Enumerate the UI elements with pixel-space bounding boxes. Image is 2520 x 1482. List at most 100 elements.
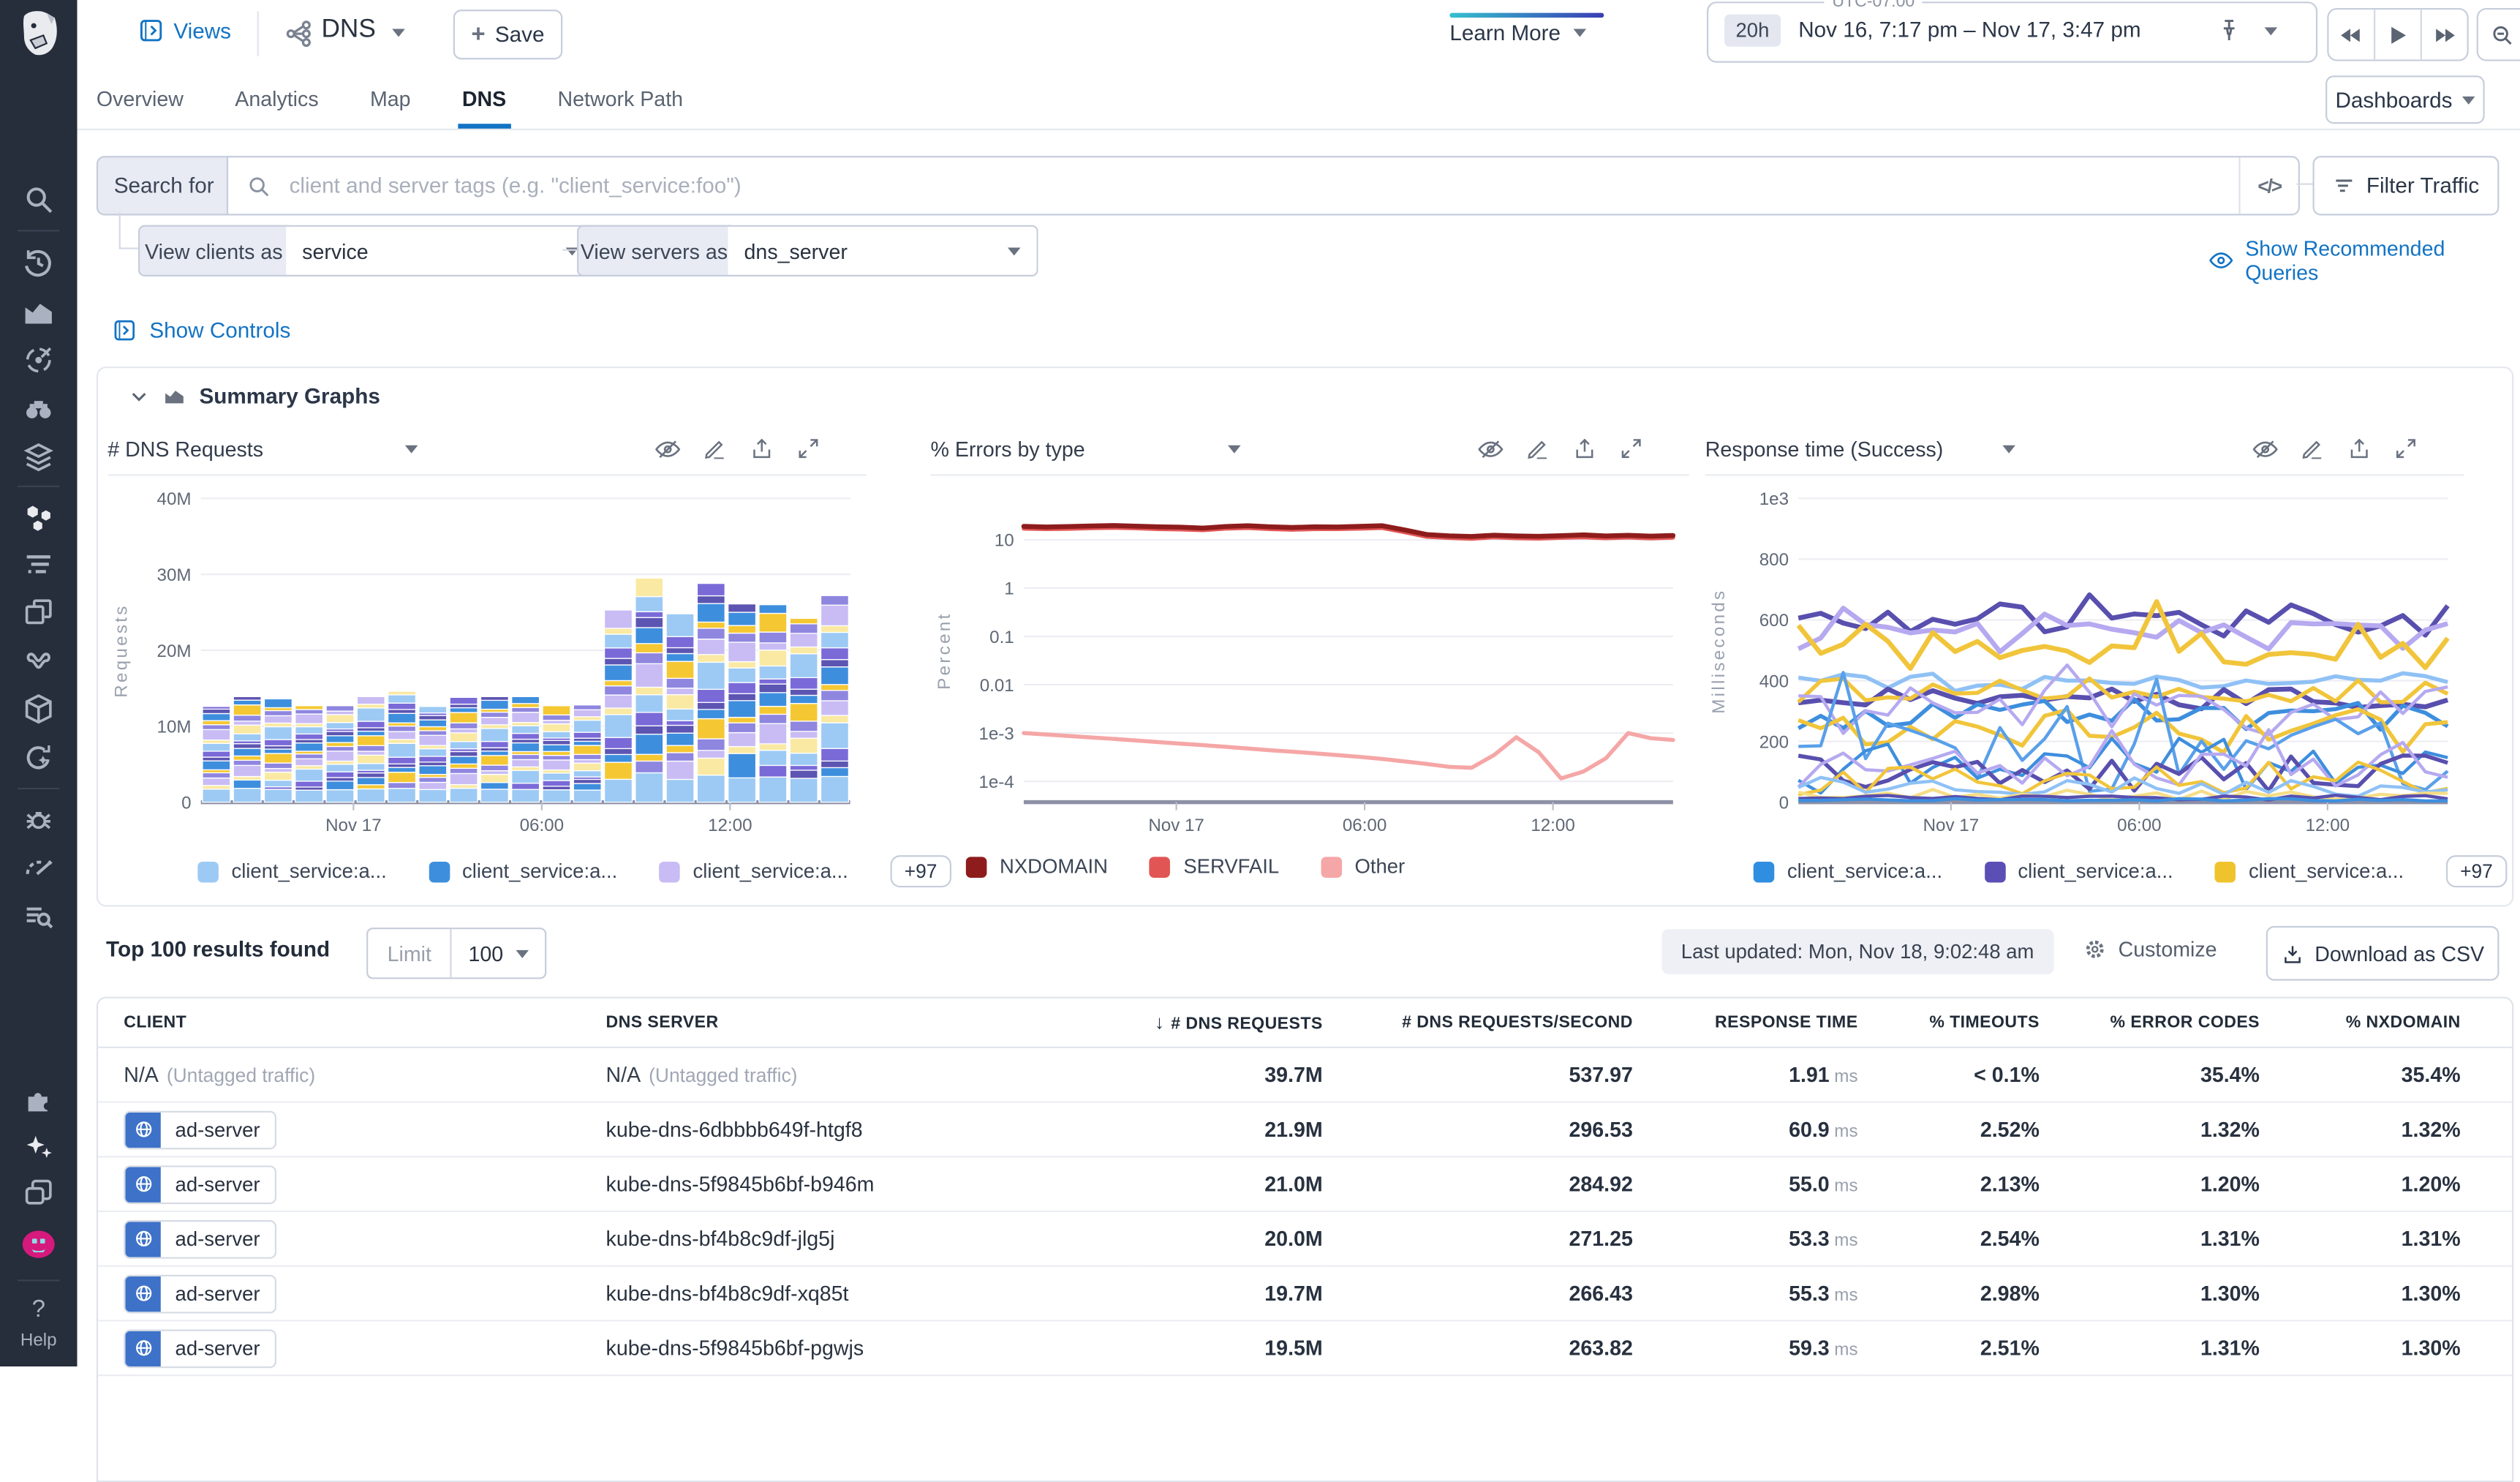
- client-tag-chip[interactable]: ad-server: [124, 1165, 276, 1203]
- chart-metric-caret[interactable]: [2002, 445, 2015, 453]
- expand-icon[interactable]: [1618, 436, 1644, 462]
- apm-radar-icon[interactable]: [19, 341, 58, 380]
- chart-metric-caret[interactable]: [1228, 445, 1241, 453]
- table-row[interactable]: ad-serverkube-dns-5f9845b6bf-b946m21.0M2…: [98, 1156, 2512, 1211]
- windows-icon[interactable]: [19, 593, 58, 632]
- security-bug-icon[interactable]: [19, 800, 58, 839]
- pin-icon[interactable]: [2217, 18, 2242, 43]
- table-row[interactable]: ad-serverkube-dns-6dbbbb649f-htgf821.9M2…: [98, 1102, 2512, 1157]
- filter-traffic-button[interactable]: Filter Traffic: [2313, 156, 2500, 215]
- tab-network-path[interactable]: Network Path: [558, 67, 684, 129]
- view-clients-as-select[interactable]: service: [286, 225, 596, 277]
- hide-eye-slash-icon[interactable]: [1477, 435, 1504, 462]
- limit-control[interactable]: Limit 100: [366, 928, 546, 979]
- search-icon[interactable]: [19, 180, 58, 219]
- legend-item[interactable]: client_service:a...: [1984, 860, 2173, 883]
- view-servers-as-select[interactable]: dns_server: [728, 225, 1038, 277]
- table-row[interactable]: ad-serverkube-dns-bf4b8c9df-xq85t19.7M26…: [98, 1266, 2512, 1321]
- legend-item[interactable]: client_service:a...: [1754, 860, 1942, 883]
- ai-sparkle-icon[interactable]: [19, 1127, 58, 1166]
- profiling-gauge-icon[interactable]: [19, 849, 58, 887]
- customize-button[interactable]: Customize: [2083, 937, 2217, 961]
- legend-item[interactable]: client_service:a...: [429, 860, 617, 883]
- views-button[interactable]: Views: [138, 18, 231, 43]
- show-recommended-queries-link[interactable]: Show Recommended Queries: [2208, 236, 2520, 285]
- time-range-picker[interactable]: UTC-07:00 20h Nov 16, 7:17 pm – Nov 17, …: [1707, 1, 2317, 63]
- column-header--dns-requests[interactable]: ↓# DNS REQUESTS: [1136, 998, 1323, 1047]
- search-input[interactable]: [286, 172, 2238, 199]
- sync-sparkle-icon[interactable]: [19, 738, 58, 777]
- save-button[interactable]: +Save: [453, 10, 562, 59]
- tab-map[interactable]: Map: [370, 67, 411, 129]
- errors-by-type-chart[interactable]: 1010.10.011e-31e-4Nov 1706:0012:00: [930, 482, 1689, 839]
- export-icon[interactable]: [749, 436, 774, 462]
- tab-analytics[interactable]: Analytics: [235, 67, 318, 129]
- step-back-button[interactable]: [2328, 10, 2375, 59]
- export-icon[interactable]: [1572, 436, 1597, 462]
- legend-item[interactable]: Other: [1321, 855, 1405, 878]
- infrastructure-hexagons-icon[interactable]: [19, 498, 58, 537]
- layers-icon[interactable]: [19, 437, 58, 476]
- column-header--timeouts[interactable]: % TIMEOUTS: [1858, 998, 2040, 1047]
- client-tag-chip[interactable]: ad-server: [124, 1274, 276, 1313]
- dns-requests-chart[interactable]: 40M30M20M10M0Nov 1706:0012:00: [107, 482, 866, 839]
- play-button[interactable]: [2375, 10, 2422, 59]
- export-icon[interactable]: [2347, 436, 2372, 462]
- legend-item[interactable]: client_service:a...: [659, 860, 848, 883]
- brand-dog-logo[interactable]: [0, 0, 77, 67]
- workspaces-copy-icon[interactable]: [19, 1173, 58, 1212]
- pipeline-link-icon[interactable]: [19, 642, 58, 680]
- legend-more-chip[interactable]: +97: [2445, 855, 2507, 887]
- chart-metric-caret[interactable]: [405, 445, 418, 453]
- client-tag-chip[interactable]: ad-server: [124, 1328, 276, 1367]
- column-header--error-codes[interactable]: % ERROR CODES: [2040, 998, 2260, 1047]
- time-range-caret[interactable]: [2265, 27, 2278, 35]
- response-time-chart[interactable]: 1e38006004002000Nov 1706:0012:00: [1705, 482, 2464, 839]
- legend-item[interactable]: NXDOMAIN: [966, 855, 1108, 878]
- help-label[interactable]: Help: [0, 1331, 77, 1350]
- learn-more-menu[interactable]: Learn More: [1449, 21, 1586, 45]
- dashboards-button[interactable]: Dashboards: [2325, 75, 2485, 124]
- expand-icon[interactable]: [796, 436, 821, 462]
- expand-icon[interactable]: [2393, 436, 2418, 462]
- packages-box-icon[interactable]: [19, 690, 58, 729]
- tab-dns[interactable]: DNS: [462, 67, 506, 129]
- view-title[interactable]: DNS: [322, 16, 376, 45]
- view-title-caret[interactable]: [392, 29, 405, 37]
- table-row[interactable]: N/A(Untagged traffic)N/A(Untagged traffi…: [98, 1047, 2512, 1102]
- column-header--dns-requests-second[interactable]: # DNS REQUESTS/SECOND: [1323, 998, 1633, 1047]
- client-tag-chip[interactable]: ad-server: [124, 1110, 276, 1149]
- hide-eye-slash-icon[interactable]: [2252, 435, 2279, 462]
- edit-pencil-icon[interactable]: [1525, 436, 1551, 462]
- legend-item[interactable]: client_service:a...: [2215, 860, 2404, 883]
- metrics-chart-icon[interactable]: [19, 293, 58, 331]
- table-row[interactable]: ad-serverkube-dns-5f9845b6bf-pgwjs19.5M2…: [98, 1320, 2512, 1375]
- legend-item[interactable]: client_service:a...: [197, 860, 386, 883]
- code-query-button[interactable]: </>: [2238, 157, 2298, 214]
- log-filter-icon[interactable]: [19, 545, 58, 584]
- history-icon[interactable]: [19, 244, 58, 283]
- watchdog-binoculars-icon[interactable]: [19, 389, 58, 428]
- download-csv-button[interactable]: Download as CSV: [2266, 926, 2500, 981]
- client-tag-chip[interactable]: ad-server: [124, 1219, 276, 1258]
- integrations-puzzle-icon[interactable]: [19, 1080, 58, 1119]
- step-forward-button[interactable]: [2422, 10, 2467, 59]
- column-header-dns-server[interactable]: DNS SERVER: [606, 998, 1136, 1047]
- column-header-client[interactable]: CLIENT: [124, 998, 606, 1047]
- column-header--nxdomain[interactable]: % NXDOMAIN: [2260, 998, 2461, 1047]
- column-header-response-time[interactable]: RESPONSE TIME: [1633, 998, 1858, 1047]
- user-avatar[interactable]: [19, 1225, 58, 1264]
- log-search-icon[interactable]: [19, 897, 58, 936]
- show-controls-link[interactable]: Show Controls: [113, 318, 290, 342]
- requests-cell: 21.9M: [1136, 1102, 1323, 1157]
- table-row[interactable]: ad-serverkube-dns-bf4b8c9df-jlg5j20.0M27…: [98, 1211, 2512, 1266]
- help-icon[interactable]: ?: [0, 1295, 77, 1323]
- hide-eye-slash-icon[interactable]: [654, 435, 681, 462]
- collapse-chevron-icon[interactable]: [129, 385, 150, 407]
- legend-item[interactable]: SERVFAIL: [1150, 855, 1279, 878]
- zoom-out-button[interactable]: [2477, 8, 2520, 61]
- limit-select[interactable]: 100: [453, 929, 546, 977]
- edit-pencil-icon[interactable]: [2300, 436, 2325, 462]
- tab-overview[interactable]: Overview: [97, 67, 184, 129]
- edit-pencil-icon[interactable]: [702, 436, 728, 462]
